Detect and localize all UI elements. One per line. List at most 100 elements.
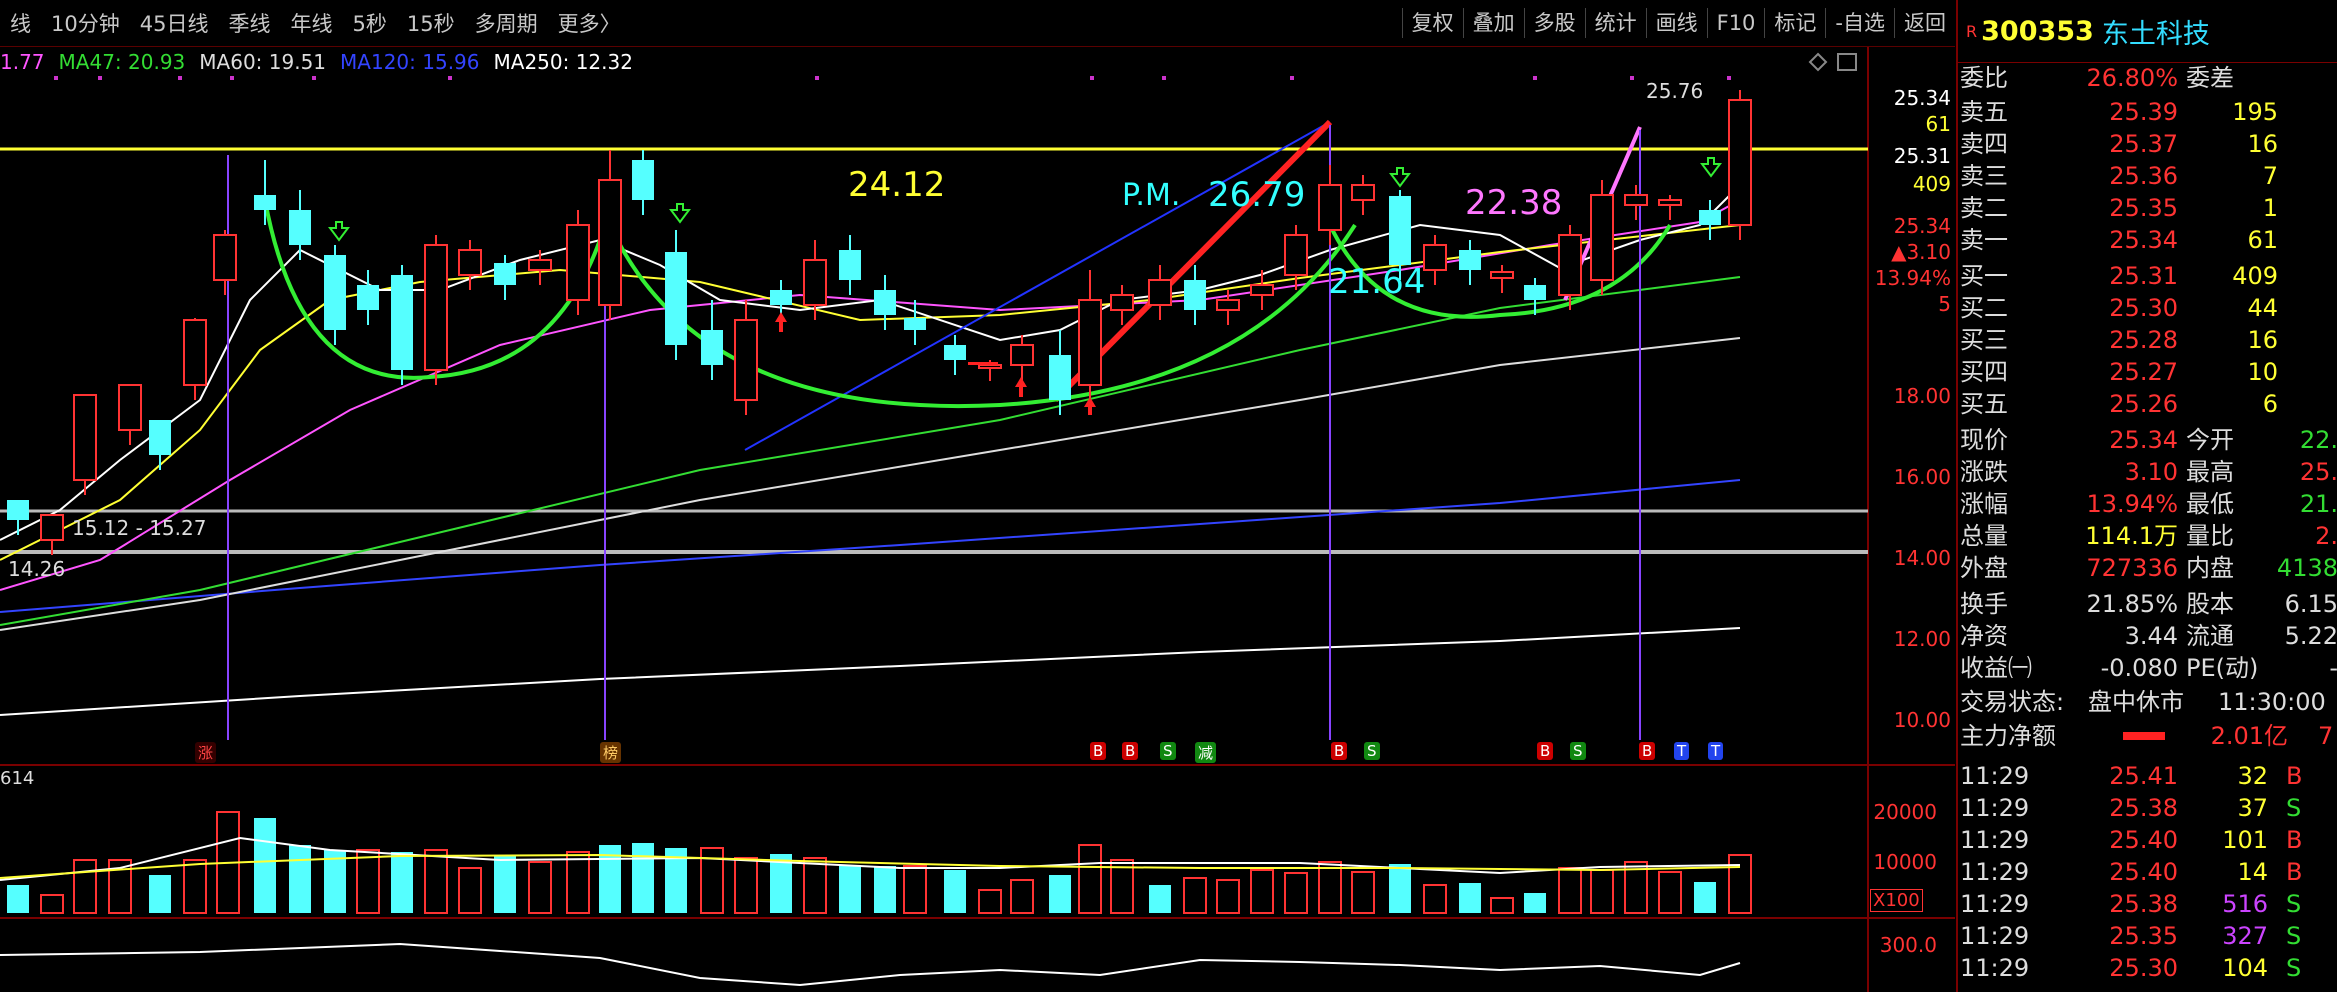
signal-marker[interactable]: B xyxy=(1122,742,1139,760)
period-tab[interactable]: 5秒 xyxy=(342,8,396,38)
bid-row[interactable]: 买三 25.28 16 xyxy=(1958,324,2337,356)
candle-body[interactable] xyxy=(1524,285,1546,300)
period-tab[interactable]: 更多〉 xyxy=(548,8,631,38)
bid-row[interactable]: 买二 25.30 44 xyxy=(1958,292,2337,324)
candle-body[interactable] xyxy=(357,285,379,310)
candle-body[interactable] xyxy=(874,290,896,315)
candle-body[interactable] xyxy=(1728,99,1752,226)
candle-body[interactable] xyxy=(254,195,276,210)
candle-body[interactable] xyxy=(1216,299,1240,311)
tool-button[interactable]: -自选 xyxy=(1825,8,1894,38)
period-tab[interactable]: 季线 xyxy=(218,8,280,38)
tool-button[interactable]: 统计 xyxy=(1584,8,1646,38)
period-tab[interactable]: 10分钟 xyxy=(41,8,130,38)
candle-body[interactable] xyxy=(632,160,654,200)
signal-marker[interactable]: B xyxy=(1537,742,1554,760)
candle-body[interactable] xyxy=(1590,194,1614,281)
signal-marker[interactable]: 涨 xyxy=(195,742,217,763)
candle-body[interactable] xyxy=(213,234,237,281)
candle-body[interactable] xyxy=(7,500,29,520)
tool-button[interactable]: 标记 xyxy=(1764,8,1825,38)
bid-row[interactable]: 买四 25.27 10 xyxy=(1958,356,2337,388)
ask-row[interactable]: 卖三 25.36 7 xyxy=(1958,160,2337,192)
candle-body[interactable] xyxy=(734,319,758,401)
candle-body[interactable] xyxy=(803,259,827,306)
ask-row[interactable]: 卖五 25.39 195 xyxy=(1958,96,2337,128)
stock-header[interactable]: R 300353 东土科技 xyxy=(1958,0,2337,63)
signal-marker[interactable]: T xyxy=(1674,742,1690,760)
tool-button[interactable]: 复权 xyxy=(1401,8,1463,38)
candle-body[interactable] xyxy=(944,345,966,360)
volume-bar xyxy=(356,849,380,914)
candle-body[interactable] xyxy=(1250,284,1274,296)
signal-marker[interactable]: S xyxy=(1364,742,1380,760)
bid-row[interactable]: 买一 25.31 409 xyxy=(1958,260,2337,292)
candle-body[interactable] xyxy=(1699,210,1721,225)
candle-body[interactable] xyxy=(1351,184,1375,201)
candle-body[interactable] xyxy=(1078,299,1102,386)
signal-marker[interactable]: 榜 xyxy=(600,742,622,763)
candle-body[interactable] xyxy=(528,259,552,271)
candle-body[interactable] xyxy=(1184,280,1206,310)
tool-button[interactable]: 返回 xyxy=(1894,8,1955,38)
candle-body[interactable] xyxy=(458,249,482,276)
candle-body[interactable] xyxy=(73,394,97,481)
candle-body[interactable] xyxy=(1459,250,1481,270)
candle-body[interactable] xyxy=(978,364,1002,369)
period-tab[interactable]: 45日线 xyxy=(130,8,219,38)
candle-body[interactable] xyxy=(904,318,926,330)
candle-body[interactable] xyxy=(1558,234,1582,296)
stat-label: 最高 xyxy=(2186,458,2234,486)
candle-body[interactable] xyxy=(598,179,622,306)
candle-body[interactable] xyxy=(1049,355,1071,400)
candle-body[interactable] xyxy=(1010,344,1034,366)
candle-body[interactable] xyxy=(324,255,346,330)
candle-body[interactable] xyxy=(1148,279,1172,306)
tool-button[interactable]: F10 xyxy=(1706,8,1765,38)
candle-body[interactable] xyxy=(40,514,64,541)
signal-marker[interactable]: B xyxy=(1639,742,1656,760)
tick-side: B xyxy=(2286,858,2303,886)
tool-button[interactable]: 叠加 xyxy=(1462,8,1524,38)
candle-body[interactable] xyxy=(1624,194,1648,206)
candle-body[interactable] xyxy=(391,275,413,370)
period-tab[interactable]: 15秒 xyxy=(397,8,465,38)
signal-marker[interactable]: S xyxy=(1160,742,1176,760)
signal-marker[interactable]: S xyxy=(1570,742,1586,760)
candle-body[interactable] xyxy=(1423,244,1447,271)
ask-row[interactable]: 卖四 25.37 16 xyxy=(1958,128,2337,160)
candle-body[interactable] xyxy=(770,290,792,305)
candle-body[interactable] xyxy=(289,210,311,245)
candle-body[interactable] xyxy=(566,224,590,301)
ask-row[interactable]: 卖二 25.35 1 xyxy=(1958,192,2337,224)
candle-body[interactable] xyxy=(701,330,723,365)
candle-body[interactable] xyxy=(118,384,142,431)
candle-body[interactable] xyxy=(1110,294,1134,311)
candle-body[interactable] xyxy=(149,420,171,455)
candle-body[interactable] xyxy=(839,250,861,280)
kline-chart[interactable] xyxy=(0,0,1955,992)
bid-row[interactable]: 买五 25.26 6 xyxy=(1958,388,2337,420)
tool-button[interactable]: 多股 xyxy=(1523,8,1585,38)
period-tab[interactable]: 线 xyxy=(0,8,41,38)
volume-bar xyxy=(1183,877,1207,914)
candle-body[interactable] xyxy=(665,252,687,345)
candle-body[interactable] xyxy=(183,319,207,386)
ask-row[interactable]: 卖一 25.34 61 xyxy=(1958,224,2337,256)
candle-body[interactable] xyxy=(1389,196,1411,265)
period-tab[interactable]: 年线 xyxy=(280,8,342,38)
candle-body[interactable] xyxy=(424,244,448,371)
candle-body[interactable] xyxy=(1318,184,1342,231)
tick-price: 25.41 xyxy=(2109,762,2178,790)
signal-marker[interactable]: 减 xyxy=(1195,742,1217,763)
candle-body[interactable] xyxy=(1490,271,1514,279)
period-tab[interactable]: 多周期 xyxy=(465,8,548,38)
candle-body[interactable] xyxy=(1658,199,1682,206)
signal-marker[interactable]: B xyxy=(1331,742,1348,760)
candle-body[interactable] xyxy=(494,263,516,285)
signal-marker[interactable]: B xyxy=(1090,742,1107,760)
tool-button[interactable]: 画线 xyxy=(1645,8,1707,38)
candle-body[interactable] xyxy=(1284,234,1308,276)
ma-legend-item: MA60: 19.51 xyxy=(199,50,327,74)
signal-marker[interactable]: T xyxy=(1708,742,1724,760)
